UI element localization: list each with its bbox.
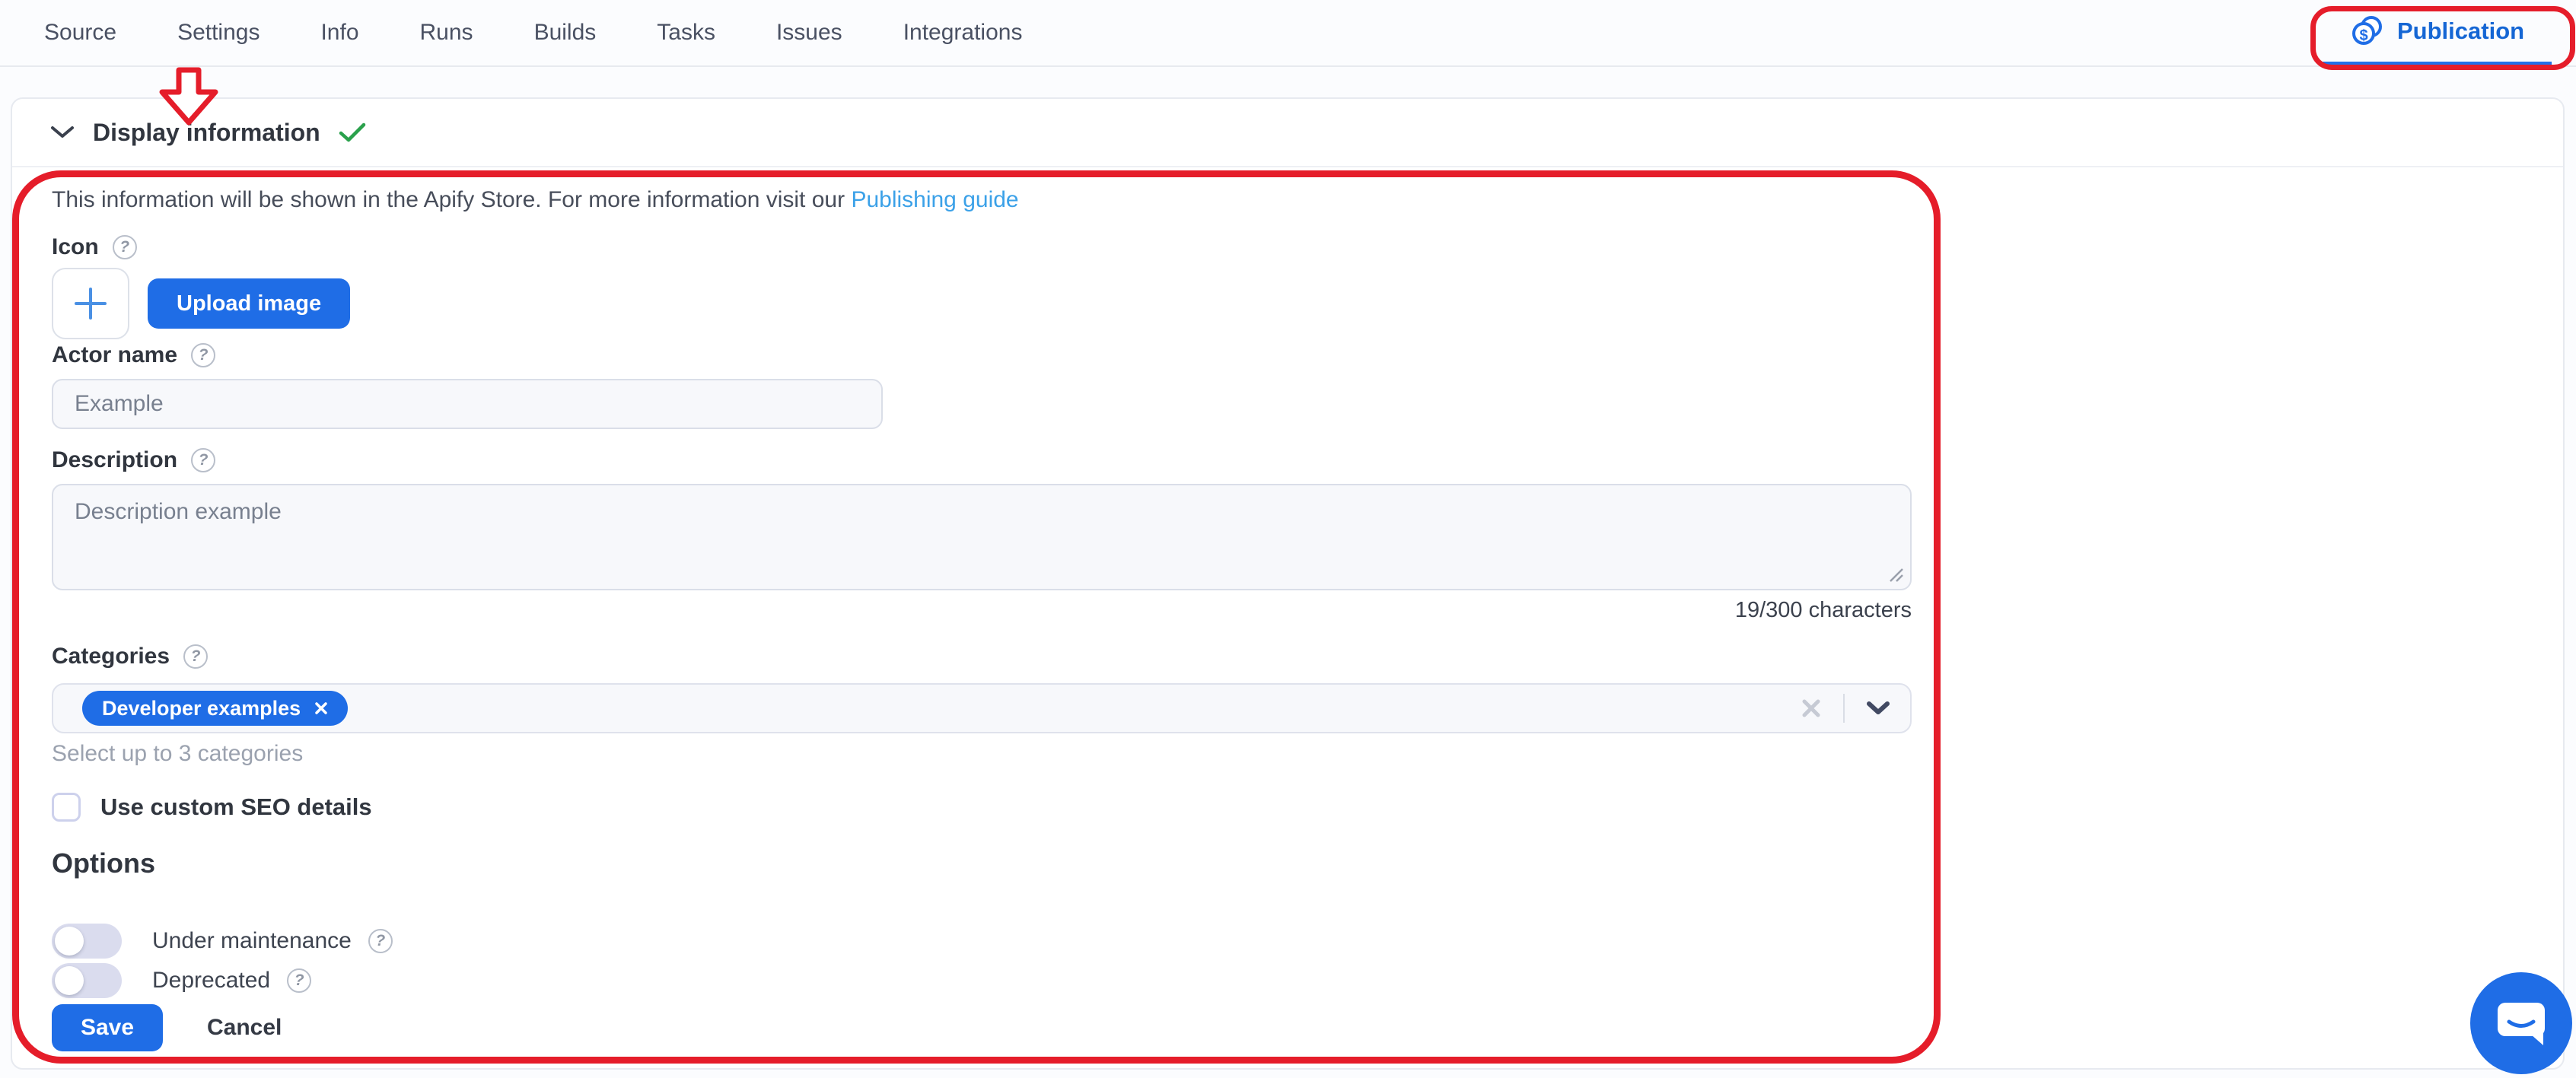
tab-runs[interactable]: Runs	[420, 20, 473, 46]
description-field: Description example	[52, 484, 1912, 590]
publication-card: Display information This information wil…	[11, 97, 2565, 1070]
svg-text:$: $	[2359, 27, 2367, 44]
plus-icon	[72, 285, 109, 322]
icon-upload-dropzone[interactable]	[52, 268, 129, 339]
intro-text-body: This information will be shown in the Ap…	[52, 187, 851, 212]
description-label-row: Description ?	[52, 447, 215, 473]
help-icon[interactable]: ?	[287, 968, 311, 993]
description-textarea[interactable]: Description example	[52, 484, 1912, 590]
tab-settings[interactable]: Settings	[177, 20, 260, 46]
categories-select[interactable]: Developer examples	[52, 683, 1912, 733]
category-tag-label: Developer examples	[102, 697, 301, 720]
help-icon[interactable]: ?	[368, 929, 393, 953]
options-heading: Options	[52, 847, 155, 879]
select-divider	[1843, 694, 1845, 723]
publishing-guide-link[interactable]: Publishing guide	[851, 187, 1018, 212]
tab-issues[interactable]: Issues	[776, 20, 842, 46]
tab-publication-label: Publication	[2397, 17, 2524, 45]
tab-integrations[interactable]: Integrations	[903, 20, 1023, 46]
cancel-button[interactable]: Cancel	[207, 1015, 282, 1041]
tab-source[interactable]: Source	[44, 20, 116, 46]
tab-info[interactable]: Info	[320, 20, 358, 46]
actor-name-label-row: Actor name ?	[52, 342, 215, 368]
description-label: Description	[52, 447, 177, 473]
under-maintenance-toggle[interactable]	[52, 924, 122, 959]
tab-bar: Source Settings Info Runs Builds Tasks I…	[0, 0, 2576, 67]
tab-builds[interactable]: Builds	[534, 20, 597, 46]
category-tag: Developer examples	[82, 691, 348, 726]
chat-icon	[2496, 1000, 2546, 1047]
under-maintenance-label: Under maintenance	[152, 928, 352, 954]
seo-checkbox-row: Use custom SEO details	[52, 793, 372, 822]
categories-label: Categories	[52, 644, 170, 669]
help-icon[interactable]: ?	[113, 235, 137, 259]
icon-field-label-row: Icon ?	[52, 234, 137, 260]
seo-checkbox-label[interactable]: Use custom SEO details	[100, 793, 372, 821]
toggle-knob	[55, 966, 84, 995]
remove-tag-icon[interactable]	[314, 701, 328, 715]
help-icon[interactable]: ?	[191, 448, 215, 472]
clear-selection-icon[interactable]	[1801, 698, 1822, 719]
intro-text: This information will be shown in the Ap…	[52, 187, 1019, 213]
toggle-knob	[55, 927, 84, 956]
section-title: Display information	[93, 119, 320, 147]
categories-label-row: Categories ?	[52, 644, 208, 669]
monetization-coins-icon: $	[2350, 14, 2385, 49]
display-information-header[interactable]: Display information	[12, 99, 2563, 167]
chat-launcher-button[interactable]	[2470, 972, 2572, 1074]
tab-tasks[interactable]: Tasks	[657, 20, 715, 46]
actor-name-input[interactable]	[52, 379, 883, 429]
dropdown-chevron-icon[interactable]	[1866, 701, 1890, 716]
save-button[interactable]: Save	[52, 1004, 163, 1051]
seo-checkbox[interactable]	[52, 793, 81, 822]
character-counter: 19/300 characters	[52, 598, 1912, 623]
form-actions: Save Cancel	[52, 1004, 282, 1051]
chevron-down-icon	[50, 126, 75, 139]
help-icon[interactable]: ?	[191, 343, 215, 367]
deprecated-label: Deprecated	[152, 968, 270, 994]
categories-hint: Select up to 3 categories	[52, 741, 303, 767]
help-icon[interactable]: ?	[183, 644, 208, 669]
tab-publication[interactable]: $ Publication	[2323, 0, 2552, 67]
checkmark-icon	[339, 122, 366, 143]
upload-image-button[interactable]: Upload image	[148, 278, 350, 329]
icon-label: Icon	[52, 234, 99, 260]
under-maintenance-row: Under maintenance ?	[52, 924, 393, 959]
deprecated-row: Deprecated ?	[52, 963, 311, 998]
deprecated-toggle[interactable]	[52, 963, 122, 998]
actor-name-label: Actor name	[52, 342, 177, 368]
